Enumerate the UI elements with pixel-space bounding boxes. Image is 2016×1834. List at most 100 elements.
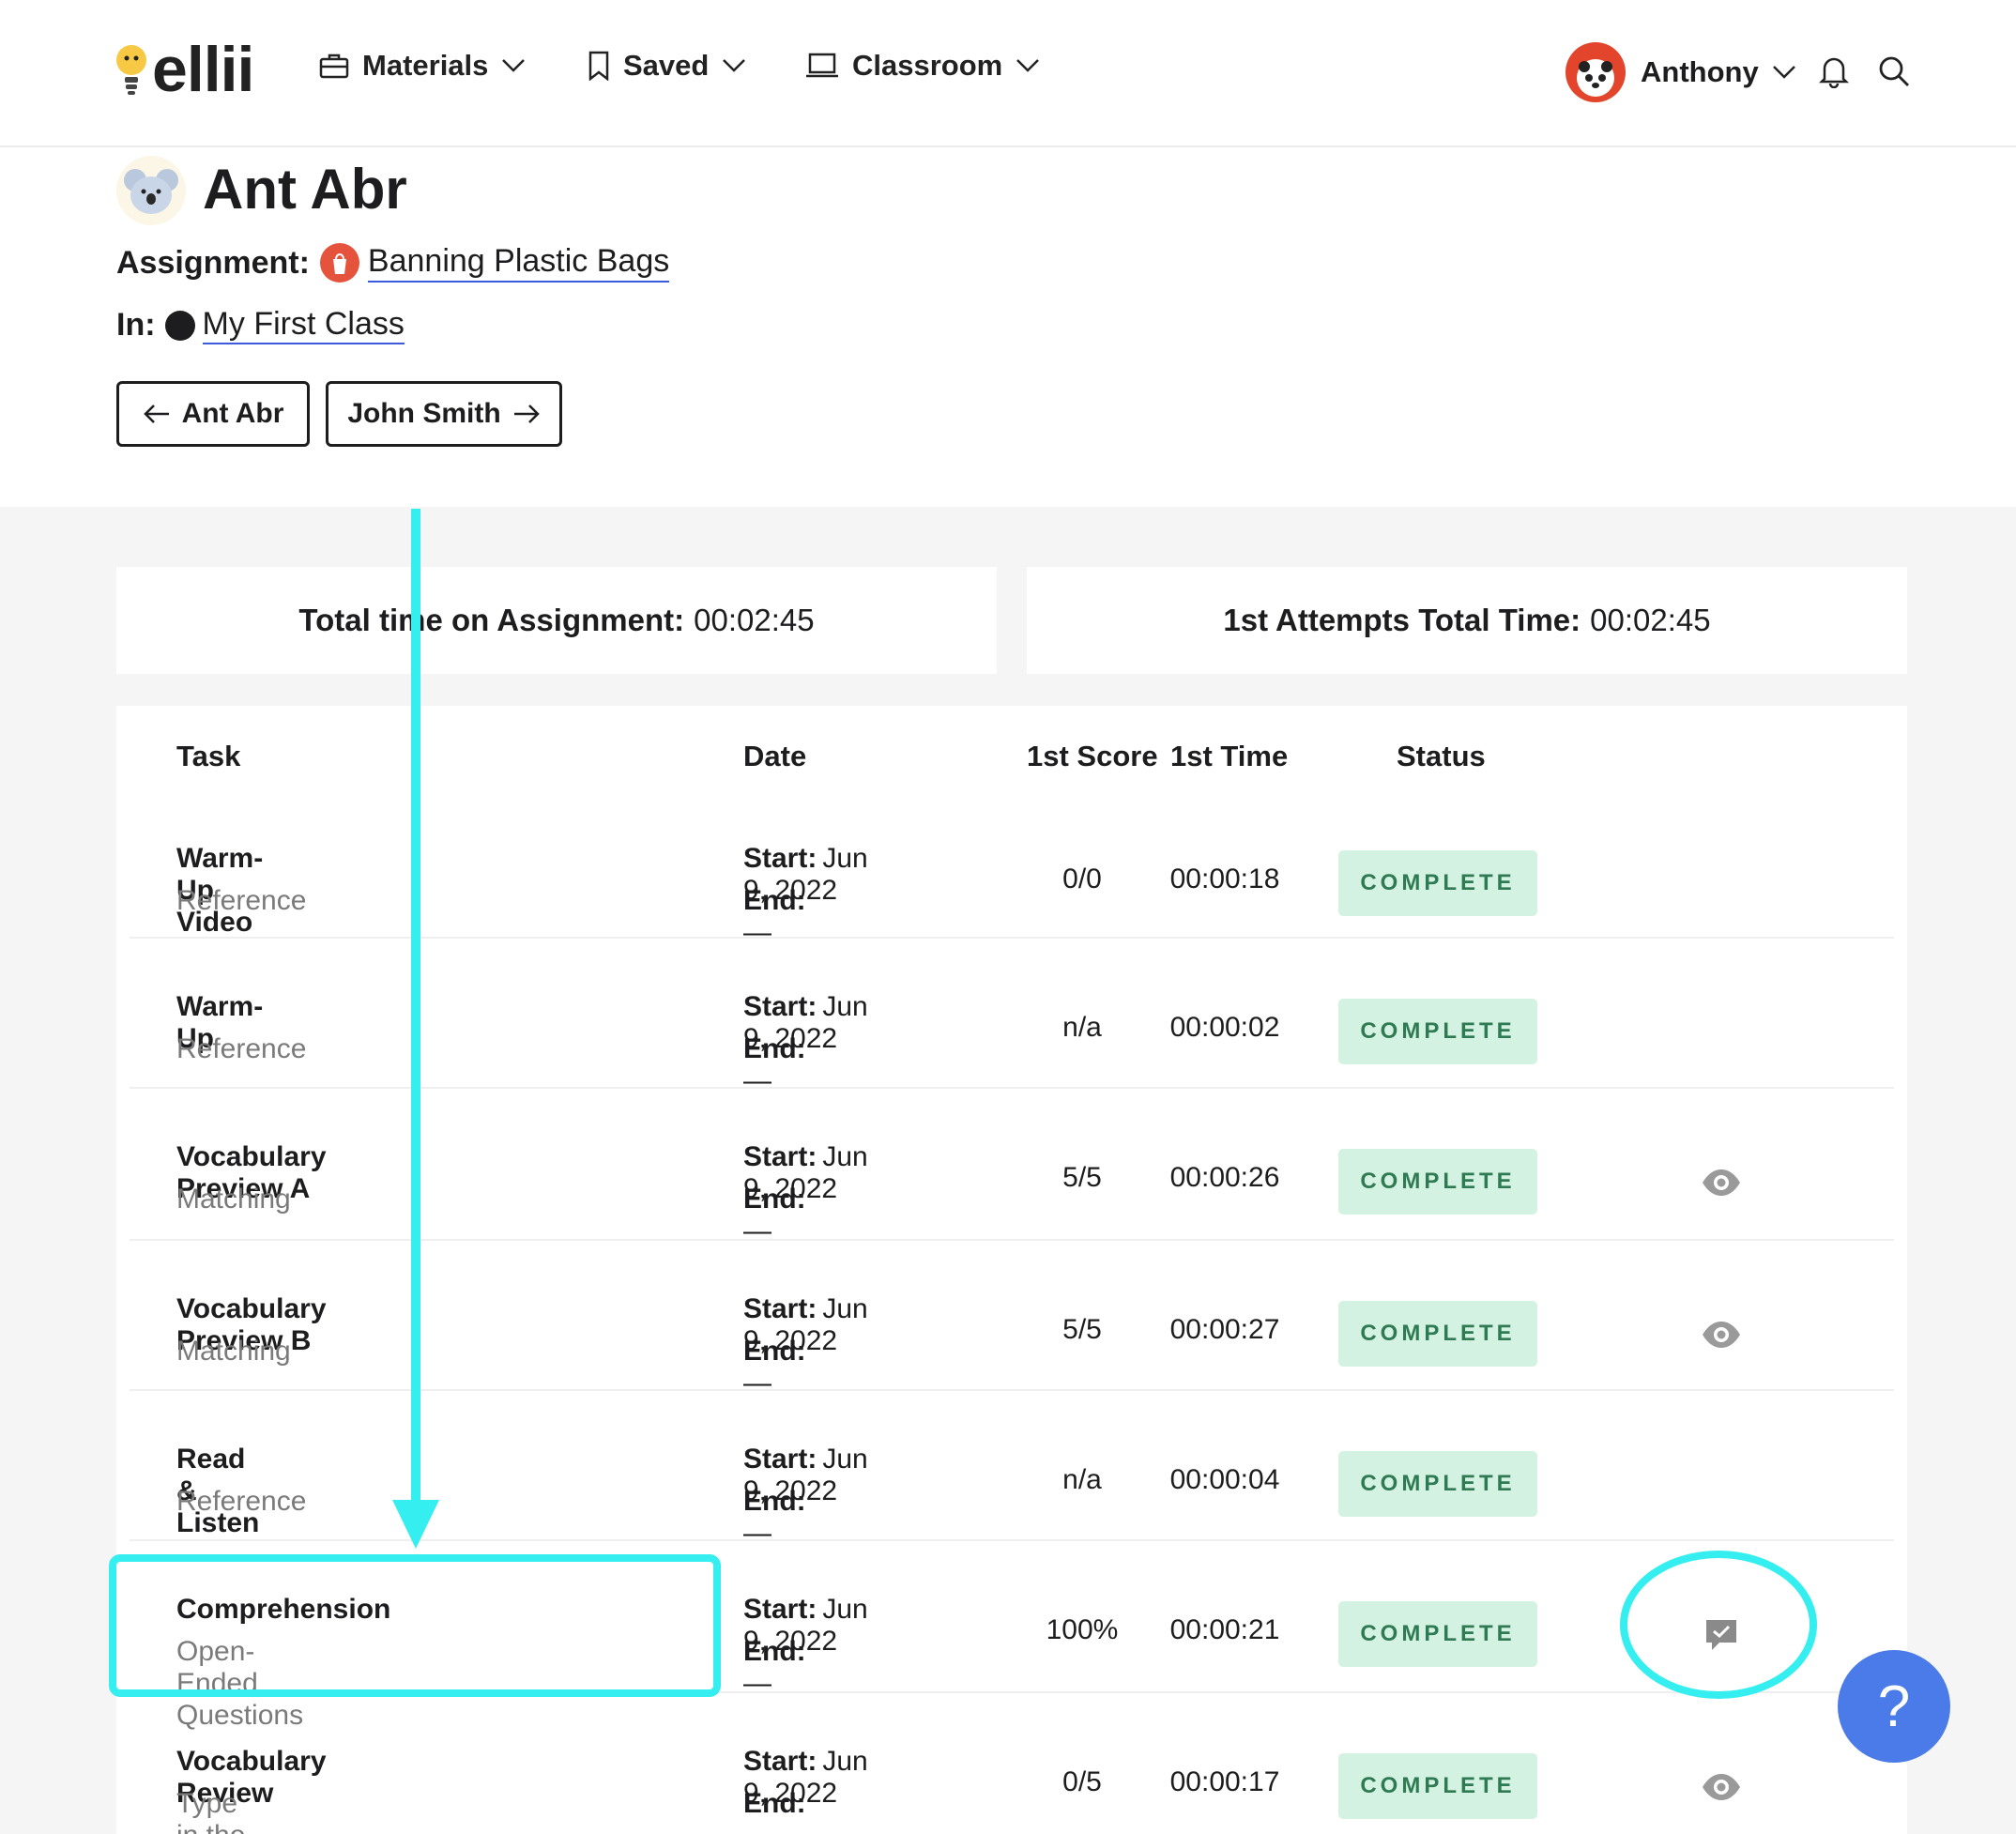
status-badge: COMPLETE [1338, 1451, 1537, 1517]
end-label: End: [743, 1636, 806, 1667]
task-type: Reference [176, 1486, 307, 1517]
arrow-left-icon [143, 405, 169, 423]
eye-icon[interactable] [1701, 1314, 1742, 1355]
end-date: — [743, 1065, 771, 1096]
first-score: 5/5 [1062, 1162, 1102, 1193]
end-label: End: [743, 1033, 806, 1064]
nav-saved[interactable]: Saved [588, 49, 746, 83]
start-label: Start: [743, 1293, 817, 1324]
start-label: Start: [743, 1444, 817, 1475]
annotation-highlight-box [109, 1554, 721, 1697]
start-label: Start: [743, 991, 817, 1022]
first-attempts-label: 1st Attempts Total Time: [1223, 603, 1581, 637]
first-score: 100% [1046, 1614, 1119, 1645]
end-label: End: [743, 1336, 806, 1367]
nav-materials[interactable]: Materials [319, 49, 526, 83]
status-badge: COMPLETE [1338, 1301, 1537, 1367]
bookmark-icon [588, 51, 609, 81]
status-badge: COMPLETE [1338, 850, 1537, 916]
arrow-right-icon [513, 405, 540, 423]
date-end: End:— [743, 1788, 812, 1834]
first-time: 00:00:26 [1169, 1162, 1280, 1193]
row-separator [130, 1389, 1894, 1391]
user-menu[interactable]: Anthony [1565, 42, 1796, 102]
first-time: 00:00:17 [1169, 1766, 1280, 1797]
nav-classroom-label: Classroom [852, 49, 1003, 82]
user-avatar [1565, 42, 1626, 102]
lightbulb-icon [116, 45, 146, 95]
user-name: Anthony [1641, 55, 1759, 88]
status-badge: COMPLETE [1338, 1149, 1537, 1215]
class-color-dot [164, 310, 195, 341]
nav-saved-label: Saved [623, 49, 710, 82]
task-type: Type in the Blanks [176, 1788, 245, 1834]
annotation-arrowhead [392, 1500, 439, 1549]
column-header-task: Task [176, 740, 241, 772]
assignment-link[interactable]: Banning Plastic Bags [367, 243, 670, 283]
date-end: End:— [743, 1184, 812, 1247]
first-score: 5/5 [1062, 1314, 1102, 1345]
end-date: — [743, 917, 771, 948]
annotation-arrow-line [411, 509, 420, 1504]
eye-icon[interactable] [1701, 1162, 1742, 1203]
student-avatar [116, 156, 186, 225]
end-date: — [743, 1518, 771, 1549]
end-label: End: [743, 1486, 806, 1517]
first-time: 00:00:18 [1169, 864, 1280, 894]
date-end: End:— [743, 885, 812, 949]
task-type: Reference [176, 1033, 307, 1064]
end-date: — [743, 1820, 771, 1834]
top-navigation-bar: ellii Materials Saved Classroom Anthony [0, 0, 2016, 147]
search-icon[interactable] [1877, 54, 1911, 93]
chevron-down-icon [1772, 66, 1795, 79]
end-label: End: [743, 1184, 806, 1215]
chevron-down-icon [1016, 59, 1040, 72]
class-line: In: My First Class [116, 306, 405, 345]
end-label: End: [743, 885, 806, 916]
task-type: Reference [176, 885, 307, 916]
previous-student-label: Ant Abr [181, 398, 284, 429]
total-time-value: 00:02:45 [694, 603, 815, 637]
start-label: Start: [743, 1594, 817, 1625]
start-label: Start: [743, 843, 817, 874]
laptop-icon [806, 53, 838, 78]
column-header-score: 1st Score [1027, 740, 1158, 772]
first-time: 00:00:21 [1169, 1614, 1280, 1645]
help-button[interactable]: ? [1838, 1650, 1950, 1763]
first-score: n/a [1062, 1012, 1102, 1043]
task-type: Matching [176, 1336, 291, 1367]
total-time-card: Total time on Assignment: 00:02:45 [116, 567, 997, 674]
briefcase-icon [319, 53, 349, 79]
end-date: — [743, 1215, 771, 1246]
first-score: n/a [1062, 1464, 1102, 1495]
annotation-highlight-circle [1620, 1551, 1817, 1699]
chevron-down-icon [723, 59, 746, 72]
chevron-down-icon [502, 59, 526, 72]
row-separator [130, 937, 1894, 939]
first-time: 00:00:02 [1169, 1012, 1280, 1043]
assignment-badge-icon [319, 243, 359, 283]
end-label: End: [743, 1788, 806, 1819]
class-label: In: [116, 307, 156, 344]
bell-icon[interactable] [1818, 54, 1850, 93]
column-header-date: Date [743, 740, 807, 772]
next-student-label: John Smith [347, 398, 501, 429]
assignment-line: Assignment: Banning Plastic Bags [116, 242, 670, 283]
nav-materials-label: Materials [362, 49, 489, 82]
ellii-logo[interactable]: ellii [115, 34, 254, 105]
end-date: — [743, 1668, 771, 1699]
start-label: Start: [743, 1141, 817, 1172]
first-time: 00:00:04 [1169, 1464, 1280, 1495]
logo-text: ellii [152, 34, 254, 105]
previous-student-button[interactable]: Ant Abr [116, 381, 310, 447]
nav-classroom[interactable]: Classroom [805, 49, 1040, 83]
first-attempts-value: 00:02:45 [1590, 603, 1711, 637]
next-student-button[interactable]: John Smith [326, 381, 562, 447]
eye-icon[interactable] [1701, 1766, 1742, 1808]
class-link[interactable]: My First Class [202, 306, 405, 345]
first-score: 0/0 [1062, 864, 1102, 894]
status-badge: COMPLETE [1338, 1753, 1537, 1819]
row-separator [130, 1087, 1894, 1089]
status-badge: COMPLETE [1338, 1601, 1537, 1667]
start-label: Start: [743, 1746, 817, 1777]
